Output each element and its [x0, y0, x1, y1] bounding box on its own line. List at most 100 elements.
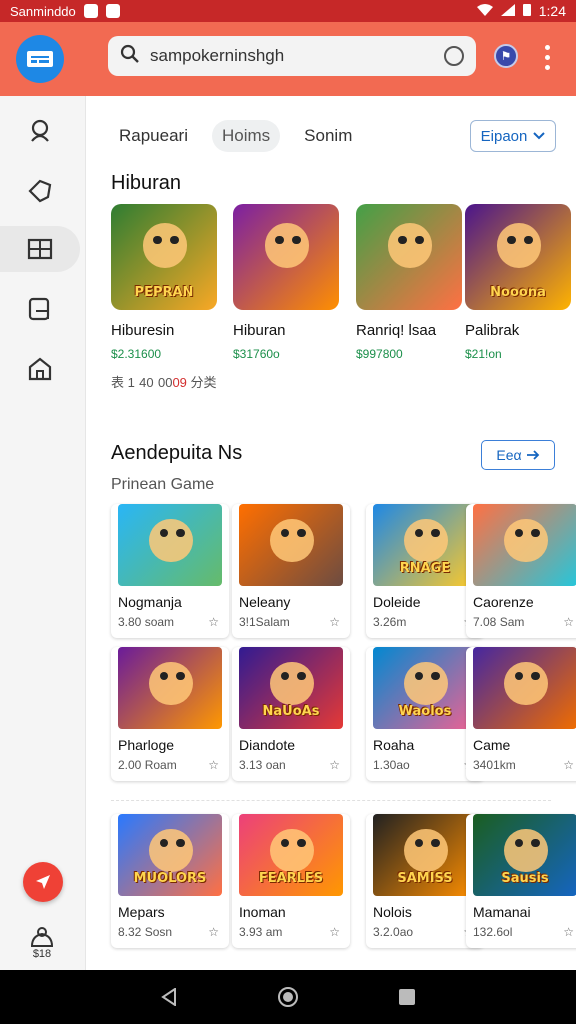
favorite-star-icon[interactable]: ☆ — [563, 615, 574, 629]
thumbnail-title-art: NaUoAs — [262, 704, 320, 719]
meta-prefix: 表 1 40 00 — [111, 375, 173, 390]
account-label: $18 — [32, 948, 52, 960]
main-content: Rapueari Hoims Sonim Eipaon Hiburan PEPR… — [87, 96, 576, 970]
game-thumbnail[interactable]: Sausis — [473, 814, 576, 896]
see-all-button[interactable]: Eeα — [481, 440, 555, 470]
profile-shield-icon[interactable]: ⚑ — [494, 44, 518, 68]
featured-game-card[interactable]: Ranriq! lsaa $997800 — [356, 204, 464, 361]
notification-icon-2 — [105, 4, 120, 18]
game-artwork — [118, 504, 222, 586]
favorite-star-icon[interactable]: ☆ — [329, 615, 340, 629]
featured-game-card[interactable]: Hiburan $31760o — [233, 204, 341, 361]
home-icon — [28, 357, 52, 381]
tab-sonim[interactable]: Sonim — [294, 120, 362, 152]
navigate-fab[interactable] — [23, 862, 63, 902]
favorite-star-icon[interactable]: ☆ — [563, 758, 574, 772]
featured-game-thumbnail[interactable] — [356, 204, 462, 310]
game-card[interactable]: Caorenze 7.08 Sam ☆ — [466, 504, 576, 638]
featured-game-name: Palibrak — [465, 322, 520, 339]
rail-item-tags[interactable] — [0, 168, 80, 214]
app-logo-icon[interactable] — [16, 35, 64, 83]
game-thumbnail[interactable]: RNAGE — [373, 504, 477, 586]
game-card[interactable]: Came 3401km ☆ — [466, 647, 576, 781]
featured-game-card[interactable]: PEPRAN Hiburesin $2.31600 — [111, 204, 219, 361]
featured-game-thumbnail[interactable]: PEPRAN — [111, 204, 217, 310]
game-meta: 7.08 Sam ☆ — [473, 615, 576, 629]
featured-game-price: $31760o — [233, 347, 280, 361]
home-button[interactable] — [276, 985, 300, 1009]
featured-game-price: $21!on — [465, 347, 502, 361]
game-meta-text: 3401km — [473, 758, 516, 772]
thumbnail-title-art: SAMISS — [397, 871, 453, 886]
grid-icon — [27, 238, 53, 260]
recents-button[interactable] — [395, 985, 419, 1009]
search-icon — [120, 44, 140, 69]
thumbnail-title-art: FEARLES — [258, 871, 324, 886]
game-card[interactable]: Nogmanja 3.80 soam ☆ — [111, 504, 229, 638]
thumbnail-title-art: Nooona — [490, 285, 546, 300]
game-meta: 132.6ol ☆ — [473, 925, 576, 939]
game-artwork — [356, 204, 462, 310]
game-thumbnail[interactable]: Waolos — [373, 647, 477, 729]
game-meta-text: 8.32 Sosn — [118, 925, 173, 939]
game-thumbnail[interactable]: NaUoAs — [239, 647, 343, 729]
back-button[interactable] — [157, 985, 181, 1009]
app-bar: ⚑ — [0, 22, 576, 96]
search-bar[interactable] — [108, 36, 476, 76]
game-meta: 3401km ☆ — [473, 758, 576, 772]
game-meta-text: 3.80 soam — [118, 615, 175, 629]
rail-item-games[interactable] — [0, 226, 80, 272]
game-name: Mamanai — [473, 904, 531, 920]
game-thumbnail[interactable] — [473, 504, 576, 586]
favorite-star-icon[interactable]: ☆ — [329, 758, 340, 772]
game-meta: 3.80 soam ☆ — [118, 615, 229, 629]
game-card[interactable]: NaUoAs Diandote 3.13 oan ☆ — [232, 647, 350, 781]
clock: 1:24 — [538, 3, 566, 19]
game-thumbnail[interactable]: SAMISS — [373, 814, 477, 896]
favorite-star-icon[interactable]: ☆ — [208, 758, 219, 772]
more-menu-icon[interactable] — [540, 42, 554, 72]
thumbnail-title-art: RNAGE — [399, 561, 451, 576]
rail-account[interactable]: $18 — [20, 926, 64, 960]
game-meta-text: 1.30ao — [373, 758, 410, 772]
meta-highlight: 09 — [172, 375, 187, 390]
game-card[interactable]: Neleany 3!1Salam ☆ — [232, 504, 350, 638]
game-name: Diandote — [239, 737, 296, 753]
divider — [111, 800, 551, 801]
game-meta-text: 7.08 Sam — [473, 615, 525, 629]
game-thumbnail[interactable]: MUOLORS — [118, 814, 222, 896]
game-thumbnail[interactable] — [473, 647, 576, 729]
favorite-star-icon[interactable]: ☆ — [208, 925, 219, 939]
favorite-star-icon[interactable]: ☆ — [329, 925, 340, 939]
game-name: Mepars — [118, 904, 165, 920]
featured-game-thumbnail[interactable] — [233, 204, 339, 310]
game-card[interactable]: Sausis Mamanai 132.6ol ☆ — [466, 814, 576, 948]
featured-game-thumbnail[interactable]: Nooona — [465, 204, 571, 310]
rail-item-library[interactable] — [0, 286, 80, 332]
search-input[interactable] — [150, 46, 444, 66]
game-thumbnail[interactable]: FEARLES — [239, 814, 343, 896]
thumbnail-title-art: Sausis — [501, 871, 549, 886]
tab-rapueari[interactable]: Rapueari — [109, 120, 198, 152]
filter-dropdown[interactable]: Eipaon — [470, 120, 556, 152]
game-card[interactable]: MUOLORS Mepars 8.32 Sosn ☆ — [111, 814, 229, 948]
game-thumbnail[interactable] — [118, 504, 222, 586]
lens-icon[interactable] — [444, 46, 464, 66]
featured-game-card[interactable]: Nooona Palibrak $21!on — [465, 204, 573, 361]
favorite-star-icon[interactable]: ☆ — [563, 925, 574, 939]
game-name: Nogmanja — [118, 594, 182, 610]
game-thumbnail[interactable] — [118, 647, 222, 729]
game-card[interactable]: FEARLES Inoman 3.93 am ☆ — [232, 814, 350, 948]
game-name: Inoman — [239, 904, 286, 920]
game-artwork — [473, 504, 576, 586]
favorite-star-icon[interactable]: ☆ — [208, 615, 219, 629]
rail-item-home[interactable] — [0, 346, 80, 392]
game-thumbnail[interactable] — [239, 504, 343, 586]
meta-suffix: 分类 — [186, 375, 217, 390]
rail-item-search[interactable] — [0, 108, 80, 154]
game-artwork — [239, 504, 343, 586]
game-card[interactable]: Pharloge 2.00 Roam ☆ — [111, 647, 229, 781]
tab-hoims[interactable]: Hoims — [212, 120, 281, 152]
game-meta-text: 2.00 Roam — [118, 758, 177, 772]
game-artwork — [473, 647, 576, 729]
